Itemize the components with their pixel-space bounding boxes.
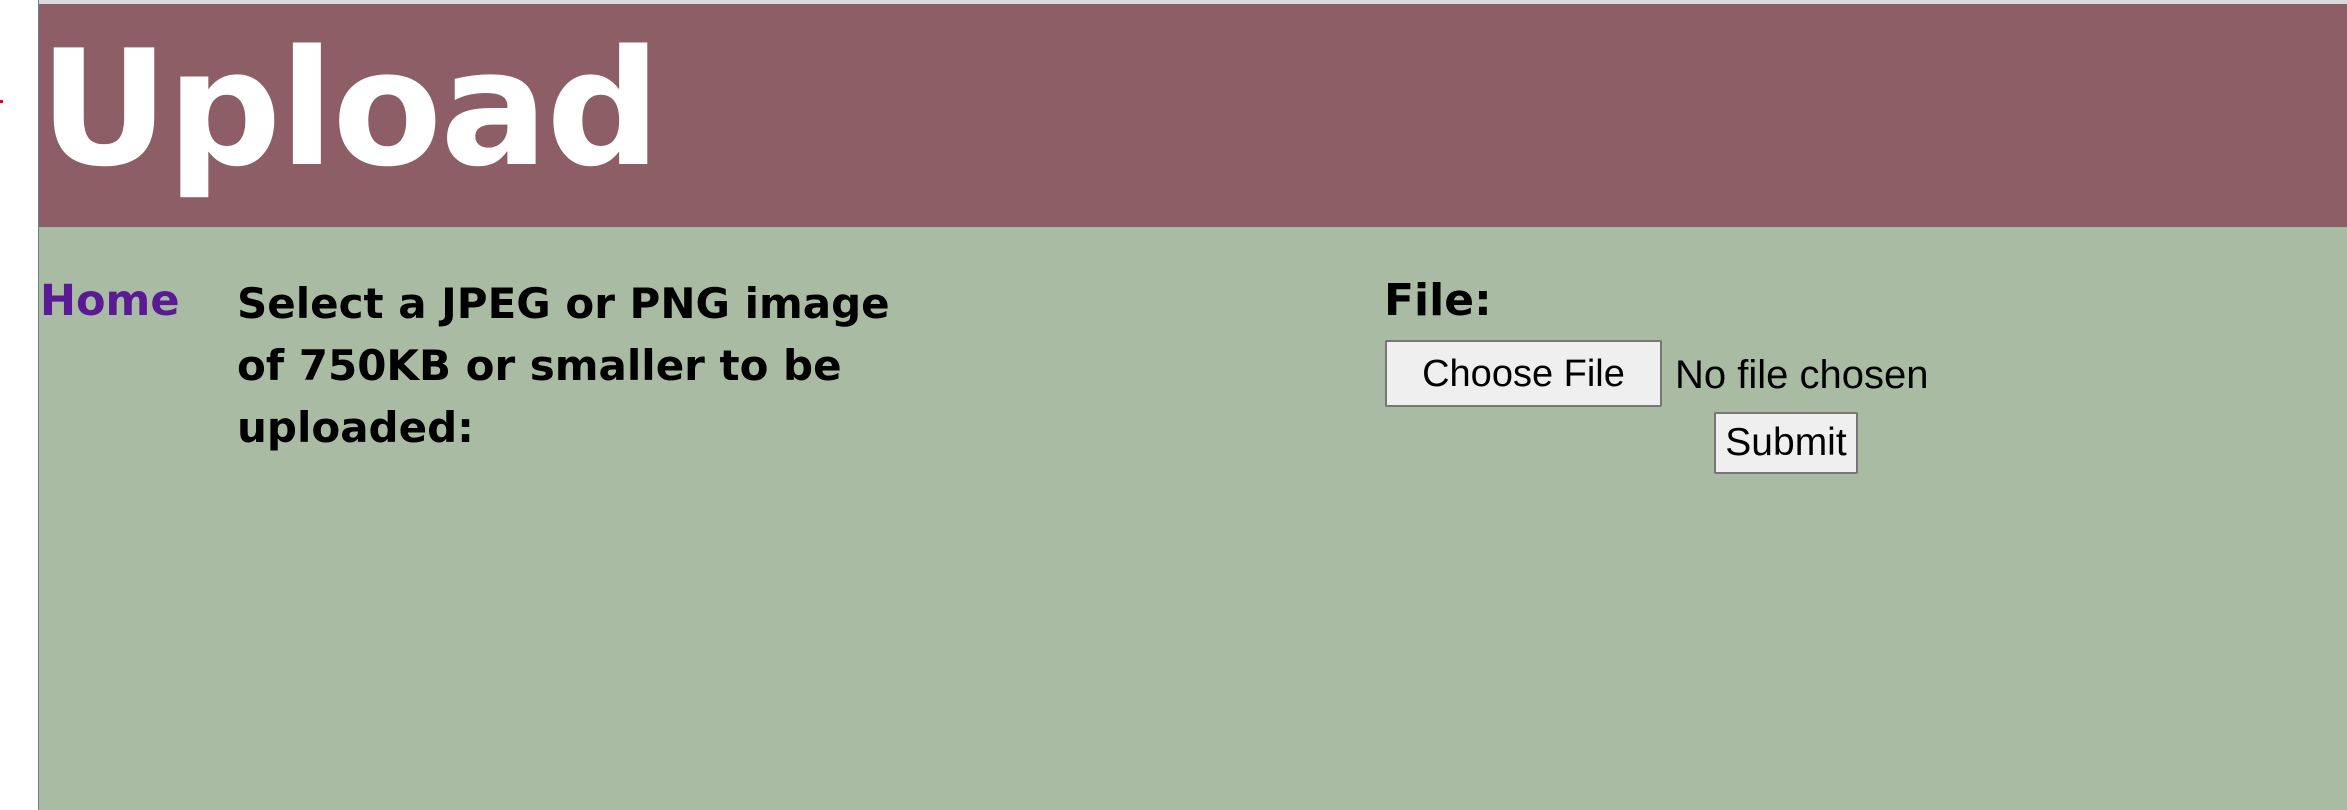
upload-page: Upload Home Select a JPEG or PNG image o…	[39, 4, 2347, 810]
file-label: File:	[1384, 275, 1492, 326]
edge-marker	[0, 100, 3, 103]
submit-button[interactable]: Submit	[1714, 412, 1858, 474]
page-title: Upload	[39, 15, 661, 202]
upload-instructions: Select a JPEG or PNG image of 750KB or s…	[237, 279, 890, 452]
home-link[interactable]: Home	[40, 273, 180, 329]
page-header: Upload	[39, 4, 2347, 227]
page-content: Home Select a JPEG or PNG image of 750KB…	[39, 227, 2347, 810]
file-status-text: No file chosen	[1675, 353, 1929, 397]
choose-file-button[interactable]: Choose File	[1385, 340, 1662, 407]
